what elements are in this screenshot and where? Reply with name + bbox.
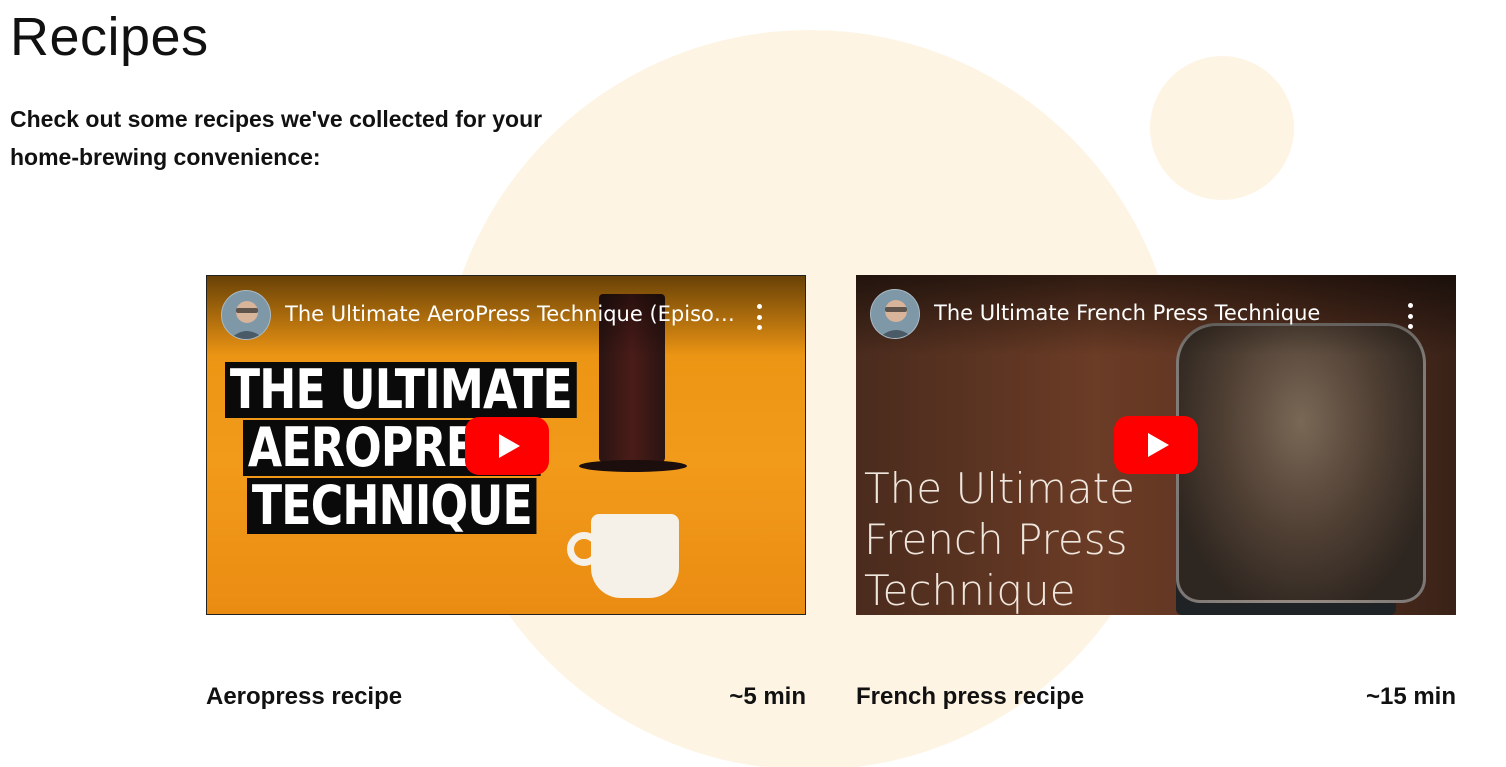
aeropress-video-embed[interactable]: THE ULTIMATE AEROPRESS TECHNIQUE The Ult… xyxy=(206,275,806,615)
video-title[interactable]: The Ultimate AeroPress Technique (Episod… xyxy=(285,302,745,326)
page-title: Recipes xyxy=(10,7,209,67)
recipe-duration: ~5 min xyxy=(729,683,806,710)
cup-illustration xyxy=(591,514,679,598)
channel-avatar[interactable] xyxy=(221,290,271,340)
recipe-name: French press recipe xyxy=(856,683,1085,710)
channel-avatar[interactable] xyxy=(870,289,920,339)
background-circle-small xyxy=(1150,56,1294,200)
french-press-illustration xyxy=(1176,323,1426,603)
recipe-duration: ~15 min xyxy=(1365,683,1456,710)
video-title[interactable]: The Ultimate French Press Technique xyxy=(934,301,1394,325)
intro-text: Check out some recipes we've collected f… xyxy=(10,106,543,170)
thumbnail-text-line: The Ultimate xyxy=(864,464,1135,513)
thumbnail-text: The Ultimate French Press Technique xyxy=(864,463,1135,615)
french-press-video-embed[interactable]: The Ultimate French Press Technique The … xyxy=(856,275,1456,615)
youtube-play-icon[interactable] xyxy=(1114,416,1198,474)
recipe-caption: Aeropress recipe ~5 min xyxy=(206,683,806,711)
more-vert-icon[interactable] xyxy=(1400,303,1420,329)
thumbnail-text-line: TECHNIQUE xyxy=(247,478,537,534)
thumbnail-text-line: Technique xyxy=(864,566,1076,615)
thumbnail-text-line: THE ULTIMATE xyxy=(225,362,577,418)
youtube-play-icon[interactable] xyxy=(465,417,549,475)
recipes-page: Recipes Check out some recipes we've col… xyxy=(0,0,1506,767)
thumbnail-text-line: French Press xyxy=(864,515,1128,564)
more-vert-icon[interactable] xyxy=(749,304,769,330)
aeropress-base xyxy=(579,460,687,472)
recipe-caption: French press recipe ~15 min xyxy=(856,683,1456,711)
recipe-name: Aeropress recipe xyxy=(206,683,403,710)
